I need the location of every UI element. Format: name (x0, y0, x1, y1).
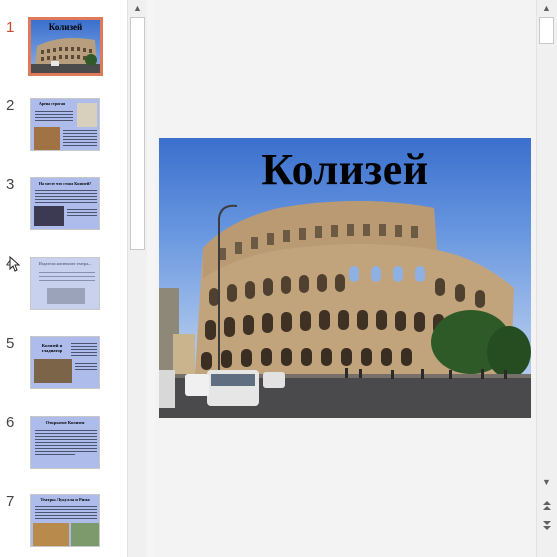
scroll-up-icon[interactable]: ▲ (537, 0, 556, 16)
thumbnail-scrollbar-thumb[interactable] (130, 17, 145, 250)
pane-splitter[interactable] (147, 0, 155, 557)
slide-number-6: 6 (6, 414, 15, 431)
slide-thumbnail-7[interactable]: Театры Лукулла и Рима (30, 494, 100, 547)
amphitheatre-image (33, 523, 69, 546)
thumbnail-scrollbar[interactable]: ▲ (127, 0, 147, 557)
thumbnail-6-title: Открытие Колизея (45, 420, 85, 425)
slide-thumbnail-pane: 1 Колизей 2 Арена строгая 3 На месте что… (0, 0, 127, 557)
theatre-image (47, 288, 85, 304)
slide-title[interactable]: Колизей (159, 144, 531, 195)
thumbnail-5-title: Колизей и гладиатор (41, 343, 63, 353)
slide-thumbnail-3[interactable]: На месте что стоял Колизей? (30, 177, 100, 230)
slide-number-3: 3 (6, 176, 15, 193)
current-slide[interactable]: Колизей (159, 138, 531, 418)
slide-thumbnail-1[interactable]: Колизей (28, 17, 103, 76)
scroll-down-icon[interactable]: ▼ (537, 474, 556, 490)
thumbnail-4-title: Издатели античного театра... (38, 261, 92, 266)
next-slide-icon[interactable] (537, 517, 557, 533)
slide-number-1: 1 (6, 19, 15, 36)
thumbnail-2-title: Арена строгая (38, 101, 66, 106)
night-colosseum-image (34, 206, 64, 226)
slide-thumbnail-2[interactable]: Арена строгая (30, 98, 100, 151)
slide-number-2: 2 (6, 97, 15, 114)
previous-slide-icon[interactable] (537, 498, 557, 514)
ruins-image (71, 523, 99, 546)
thumbnail-3-title: На месте что стоял Колизей? (38, 181, 92, 186)
colosseum-thumbnail-icon (31, 38, 100, 73)
scroll-up-icon[interactable]: ▲ (128, 0, 147, 16)
slide-scrollbar-thumb[interactable] (539, 17, 554, 44)
slide-thumbnail-5[interactable]: Колизей и гладиатор (30, 336, 100, 389)
slide-number-5: 5 (6, 335, 15, 352)
slide-number-7: 7 (6, 493, 15, 510)
arena-image (34, 127, 60, 150)
slide-thumbnail-4[interactable]: Издатели античного театра... (30, 257, 100, 310)
slide-scrollbar[interactable]: ▲ ▼ (536, 0, 557, 557)
mouse-cursor-icon (9, 256, 21, 272)
gladiator-image (34, 359, 72, 383)
bust-image (77, 103, 97, 127)
slide-thumbnail-6[interactable]: Открытие Колизея (30, 416, 100, 469)
thumbnail-7-title: Театры Лукулла и Рима (40, 497, 90, 502)
